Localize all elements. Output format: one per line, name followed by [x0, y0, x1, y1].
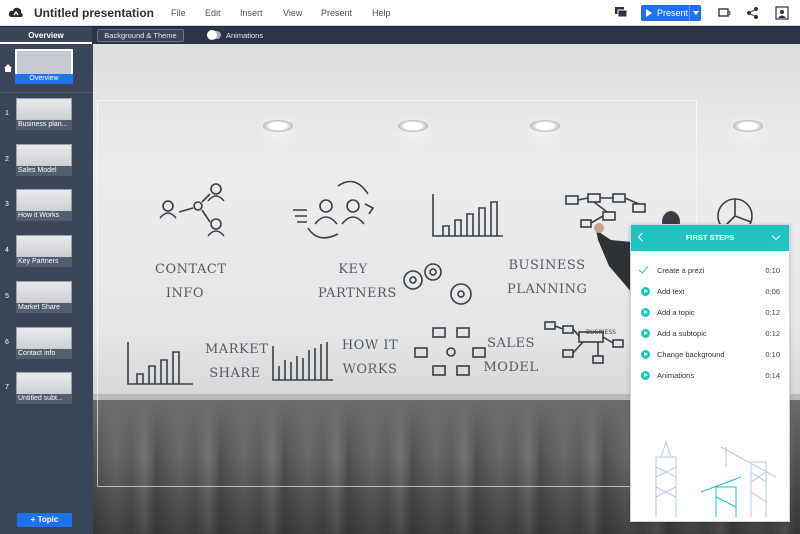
topic-number: 3 [5, 201, 9, 208]
step-item[interactable]: Animations 0:14 [631, 366, 789, 387]
topic-number: 5 [5, 293, 9, 300]
first-steps-title: FIRST STEPS [685, 233, 735, 242]
present-button[interactable]: Present [641, 5, 701, 21]
play-icon [641, 287, 650, 296]
present-dropdown-button[interactable] [689, 5, 701, 21]
step-item[interactable]: Add a topic 0:12 [631, 303, 789, 324]
step-duration: 0:06 [765, 287, 780, 296]
step-label: Create a prezi [657, 266, 705, 275]
menu-insert[interactable]: Insert [240, 8, 263, 18]
secondary-toolbar: Overview Background & Theme Animations [0, 27, 800, 44]
step-duration: 0:10 [765, 350, 780, 359]
topic-number: 6 [5, 339, 9, 346]
play-icon [641, 308, 650, 317]
topic-number: 2 [5, 156, 9, 163]
check-icon [638, 263, 649, 274]
toggle-knob [207, 30, 217, 40]
step-label: Animations [657, 371, 695, 380]
topic-label: Untitled subt... [16, 394, 72, 404]
frame-outline [97, 100, 697, 487]
sidebar-topic[interactable]: 5 Market Share [0, 279, 93, 319]
topic-label: Business plan... [16, 120, 72, 130]
document-title[interactable]: Untitled presentation [34, 6, 154, 20]
step-label: Change background [657, 350, 725, 359]
sidebar-topic[interactable]: 2 Sales Model [0, 142, 93, 182]
present-button-label: Present [657, 8, 689, 18]
topic-label: Sales Model [16, 166, 72, 176]
topic-label: Market Share [16, 303, 72, 313]
step-duration: 0:14 [765, 371, 780, 380]
chevron-down-icon [692, 11, 699, 15]
step-label: Add text [657, 287, 685, 296]
play-icon [641, 371, 650, 380]
menu-edit[interactable]: Edit [205, 8, 221, 18]
first-steps-header: FIRST STEPS [631, 225, 789, 251]
home-icon[interactable] [4, 64, 12, 72]
sidebar: Overview 1 Business plan... 2 Sales Mode… [0, 44, 93, 534]
step-item[interactable]: Add a subtopic 0:12 [631, 324, 789, 345]
background-theme-button[interactable]: Background & Theme [97, 29, 184, 42]
step-duration: 0:10 [765, 266, 780, 275]
play-icon [641, 329, 650, 338]
animations-label: Animations [226, 31, 264, 40]
step-duration: 0:12 [765, 308, 780, 317]
sidebar-topic[interactable]: 1 Business plan... [0, 96, 93, 136]
topic-label: Contact info [16, 349, 72, 359]
step-item[interactable]: Change background 0:10 [631, 345, 789, 366]
step-item[interactable]: Create a prezi 0:10 [631, 261, 789, 282]
cloud-logo-icon[interactable] [8, 6, 24, 20]
collaborators-icon[interactable] [775, 6, 789, 20]
chevron-left-icon[interactable] [637, 232, 647, 242]
topic-number: 4 [5, 247, 9, 254]
comment-icon[interactable] [614, 6, 628, 19]
overview-thumbnail-label: Overview [15, 74, 73, 84]
topic-number: 1 [5, 110, 9, 117]
sidebar-topic[interactable]: 3 How it Works [0, 187, 93, 227]
step-item[interactable]: Add text 0:06 [631, 282, 789, 303]
first-steps-panel: FIRST STEPS Create a prezi 0:10 Add text… [630, 224, 790, 522]
menu-present[interactable]: Present [321, 8, 352, 18]
step-duration: 0:12 [765, 329, 780, 338]
tab-overview[interactable]: Overview [0, 27, 92, 44]
add-topic-button[interactable]: + Topic [17, 513, 72, 527]
construction-illustration [655, 440, 777, 517]
animations-toggle[interactable] [207, 30, 221, 40]
sidebar-topic[interactable]: 6 Contact info [0, 325, 93, 365]
sidebar-topic[interactable]: 4 Key Partners [0, 233, 93, 273]
share-icon[interactable] [746, 6, 760, 20]
topic-label: Key Partners [16, 257, 72, 267]
topic-label: How it Works [16, 211, 72, 221]
menu-view[interactable]: View [283, 8, 302, 18]
play-icon [646, 9, 652, 17]
top-bar: Untitled presentation File Edit Insert V… [0, 0, 800, 26]
play-icon [641, 350, 650, 359]
menu-file[interactable]: File [171, 8, 186, 18]
step-label: Add a topic [657, 308, 695, 317]
share-screen-icon[interactable] [718, 6, 732, 20]
menu-help[interactable]: Help [372, 8, 391, 18]
step-label: Add a subtopic [657, 329, 707, 338]
sidebar-divider [0, 92, 93, 93]
topic-number: 7 [5, 384, 9, 391]
sidebar-topic[interactable]: 7 Untitled subt... [0, 370, 93, 410]
chevron-down-icon[interactable] [771, 231, 781, 241]
